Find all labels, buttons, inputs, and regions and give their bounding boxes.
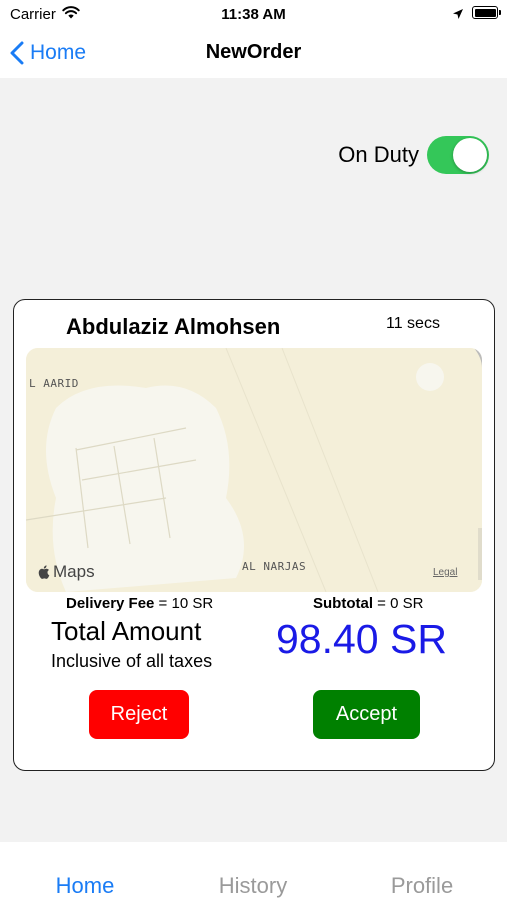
map-background — [26, 348, 482, 592]
tax-note: Inclusive of all taxes — [51, 651, 213, 671]
subtotal: Subtotal = 0 SR — [313, 595, 423, 612]
order-map[interactable]: L AARID AL NARJAS Maps Legal — [26, 348, 482, 592]
delivery-fee-value: = 10 SR — [154, 595, 214, 612]
map-legal-link[interactable]: Legal — [433, 567, 457, 578]
location-arrow-icon — [452, 7, 464, 25]
apple-logo-icon — [38, 565, 50, 579]
back-button[interactable]: Home — [10, 39, 86, 67]
accept-button[interactable]: Accept — [313, 690, 420, 739]
back-button-label: Home — [30, 41, 87, 64]
subtotal-label: Subtotal — [313, 595, 373, 612]
tab-home[interactable]: Home — [56, 873, 115, 899]
tab-bar: Home History Profile — [0, 842, 507, 900]
toggle-knob — [453, 138, 487, 172]
reject-button[interactable]: Reject — [89, 690, 189, 739]
duty-label: On Duty — [338, 142, 419, 167]
total-amount-label: Total Amount — [51, 616, 202, 646]
duty-toggle[interactable] — [427, 136, 489, 174]
total-amount-value: 98.40 SR — [276, 616, 447, 662]
maps-brand: Maps — [53, 562, 95, 581]
map-area-label: AL NARJAS — [242, 560, 307, 573]
customer-name: Abdulaziz Almohsen — [66, 314, 281, 339]
order-timer: 11 secs — [386, 315, 440, 332]
subtotal-value: = 0 SR — [373, 595, 424, 612]
delivery-fee: Delivery Fee = 10 SR — [66, 595, 213, 612]
battery-icon — [472, 6, 501, 19]
navigation-bar: Home NewOrder — [0, 28, 507, 78]
duty-status: On Duty — [338, 136, 489, 174]
tab-history[interactable]: History — [219, 873, 287, 899]
chevron-left-icon — [10, 41, 24, 65]
wifi-icon — [62, 5, 80, 24]
map-area-label: L AARID — [29, 377, 79, 390]
status-bar: Carrier 11:38 AM — [0, 0, 507, 28]
order-card: Abdulaziz Almohsen 11 secs L AARID AL NA… — [13, 299, 495, 771]
carrier-label: Carrier — [10, 6, 56, 23]
tab-profile[interactable]: Profile — [391, 873, 453, 899]
maps-logo: Maps — [38, 562, 95, 582]
delivery-fee-label: Delivery Fee — [66, 595, 155, 612]
